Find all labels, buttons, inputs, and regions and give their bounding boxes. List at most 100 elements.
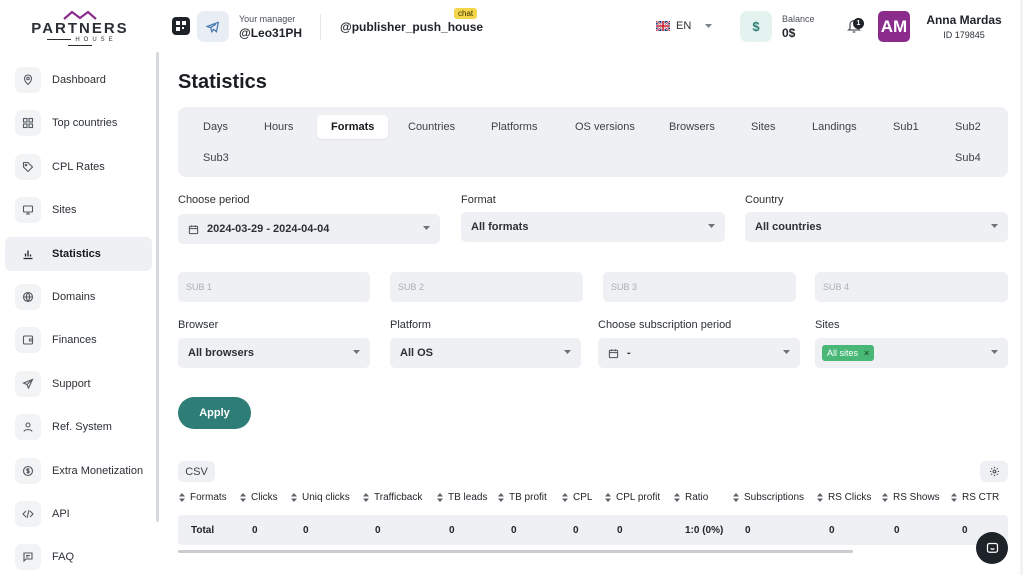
sort-icon <box>951 493 957 502</box>
sidebar-item-faq[interactable]: FAQ <box>5 540 152 574</box>
total-cell-tb-leads: 0 <box>449 525 455 536</box>
column-header-trafficback[interactable]: Trafficback <box>363 492 422 503</box>
sidebar-item-extra-monetization[interactable]: Extra Monetization <box>5 454 152 488</box>
sites-select[interactable]: All sites × <box>815 338 1008 368</box>
user-id: ID 179845 <box>943 30 985 40</box>
sidebar-scrollbar[interactable] <box>156 52 159 522</box>
tab-landings[interactable]: Landings <box>798 115 871 139</box>
sidebar-item-finances[interactable]: Finances <box>5 323 152 357</box>
sidebar-item-dashboard[interactable]: Dashboard <box>5 63 152 97</box>
monitor-icon <box>15 197 41 224</box>
csv-export-button[interactable]: CSV <box>178 461 215 482</box>
sub4-input[interactable] <box>815 272 1008 302</box>
sub3-input[interactable] <box>603 272 796 302</box>
page-scrollbar[interactable] <box>1020 0 1023 575</box>
sub1-input[interactable] <box>178 272 370 302</box>
language-selector[interactable]: EN <box>656 20 713 32</box>
sidebar-item-ref-system[interactable]: Ref. System <box>5 410 152 444</box>
chevron-down-icon <box>705 24 713 28</box>
logo-title: PARTNERS <box>31 20 129 37</box>
format-select[interactable]: All formats <box>461 212 725 242</box>
table-settings-button[interactable] <box>980 461 1008 482</box>
grid-icon <box>15 110 41 137</box>
sort-icon <box>882 493 888 502</box>
user-icon <box>15 414 41 441</box>
sidebar-item-label: Dashboard <box>52 74 106 86</box>
send-icon <box>15 370 41 397</box>
period-select[interactable]: 2024-03-29 - 2024-04-04 <box>178 214 440 244</box>
chat-link[interactable]: @publisher_push_house <box>340 20 483 34</box>
column-header-cpl-profit[interactable]: CPL profit <box>605 492 660 503</box>
sort-icon <box>437 493 443 502</box>
tab-hours[interactable]: Hours <box>250 115 307 139</box>
total-cell-trafficback: 0 <box>375 525 381 536</box>
sidebar-item-statistics[interactable]: Statistics <box>5 236 152 271</box>
subscription-period-label: Choose subscription period <box>598 319 732 331</box>
column-header-formats[interactable]: Formats <box>179 492 227 503</box>
tab-sub4[interactable]: Sub4 <box>941 146 995 170</box>
column-header-tb-leads[interactable]: TB leads <box>437 492 487 503</box>
column-header-rs-shows[interactable]: RS Shows <box>882 492 940 503</box>
chevron-down-icon <box>353 350 360 354</box>
sidebar-item-label: Sites <box>52 204 77 217</box>
balance-button[interactable]: $ <box>740 11 772 42</box>
column-header-subscriptions[interactable]: Subscriptions <box>733 492 804 503</box>
chip-remove-icon[interactable]: × <box>864 348 869 358</box>
avatar[interactable]: AM <box>878 11 910 42</box>
sidebar-item-cpl-rates[interactable]: CPL Rates <box>5 150 152 184</box>
tab-sub3[interactable]: Sub3 <box>189 146 243 170</box>
column-header-ratio[interactable]: Ratio <box>674 492 708 503</box>
stats-tabs: Days Hours Formats Countries Platforms O… <box>178 107 1008 177</box>
page-title: Statistics <box>178 71 267 93</box>
bar-chart-icon <box>15 241 41 267</box>
manager-name[interactable]: @Leo31PH <box>239 26 302 40</box>
tab-browsers[interactable]: Browsers <box>655 115 729 139</box>
logo-roof-icon <box>63 10 97 20</box>
browser-select[interactable]: All browsers <box>178 338 370 368</box>
balance-caption: Balance <box>782 14 815 24</box>
tab-sites[interactable]: Sites <box>737 115 789 139</box>
chat-bubble-icon <box>986 542 998 553</box>
column-header-rs-ctr[interactable]: RS CTR <box>951 492 999 503</box>
column-header-rs-clicks[interactable]: RS Clicks <box>817 492 871 503</box>
message-square-icon <box>15 544 41 571</box>
sidebar-item-domains[interactable]: Domains <box>5 280 152 314</box>
sub2-input[interactable] <box>390 272 583 302</box>
column-header-cpl[interactable]: CPL <box>562 492 592 503</box>
tab-sub2[interactable]: Sub2 <box>941 115 995 139</box>
subscription-period-value: - <box>627 347 631 359</box>
sidebar-item-top-countries[interactable]: Top countries <box>5 106 152 140</box>
sidebar-item-sites[interactable]: Sites <box>5 193 152 227</box>
total-cell-rs-shows: 0 <box>894 525 900 536</box>
table-horizontal-scrollbar[interactable] <box>178 550 853 553</box>
chat-widget-button[interactable] <box>976 532 1008 564</box>
code-icon <box>15 500 41 527</box>
column-header-tb-profit[interactable]: TB profit <box>498 492 547 503</box>
tab-days[interactable]: Days <box>189 115 242 139</box>
tab-sub1[interactable]: Sub1 <box>879 115 933 139</box>
period-value: 2024-03-29 - 2024-04-04 <box>207 223 330 235</box>
country-select[interactable]: All countries <box>745 212 1008 242</box>
subscription-period-select[interactable]: - <box>598 338 800 368</box>
sidebar-item-label: Finances <box>52 334 97 347</box>
tab-countries[interactable]: Countries <box>394 115 469 139</box>
column-header-uniq-clicks[interactable]: Uniq clicks <box>291 492 350 503</box>
logo[interactable]: PARTNERS HOUSE <box>28 10 132 46</box>
apply-button[interactable]: Apply <box>178 397 251 429</box>
tab-os-versions[interactable]: OS versions <box>561 115 649 139</box>
qr-code-button[interactable] <box>172 17 190 35</box>
user-name[interactable]: Anna Mardas <box>924 13 1004 27</box>
column-header-clicks[interactable]: Clicks <box>240 492 278 503</box>
language-label: EN <box>676 20 692 32</box>
total-cell-formats: Total <box>191 525 215 536</box>
telegram-button[interactable] <box>197 11 229 42</box>
tab-formats[interactable]: Formats <box>317 115 389 139</box>
manager-caption: Your manager <box>239 14 296 24</box>
platform-select[interactable]: All OS <box>390 338 581 368</box>
calendar-icon <box>608 348 619 358</box>
sidebar-item-support[interactable]: Support <box>5 367 152 401</box>
sidebar-item-api[interactable]: API <box>5 497 152 531</box>
globe-icon <box>15 283 41 310</box>
uk-flag-icon <box>656 21 670 31</box>
tab-platforms[interactable]: Platforms <box>477 115 551 139</box>
